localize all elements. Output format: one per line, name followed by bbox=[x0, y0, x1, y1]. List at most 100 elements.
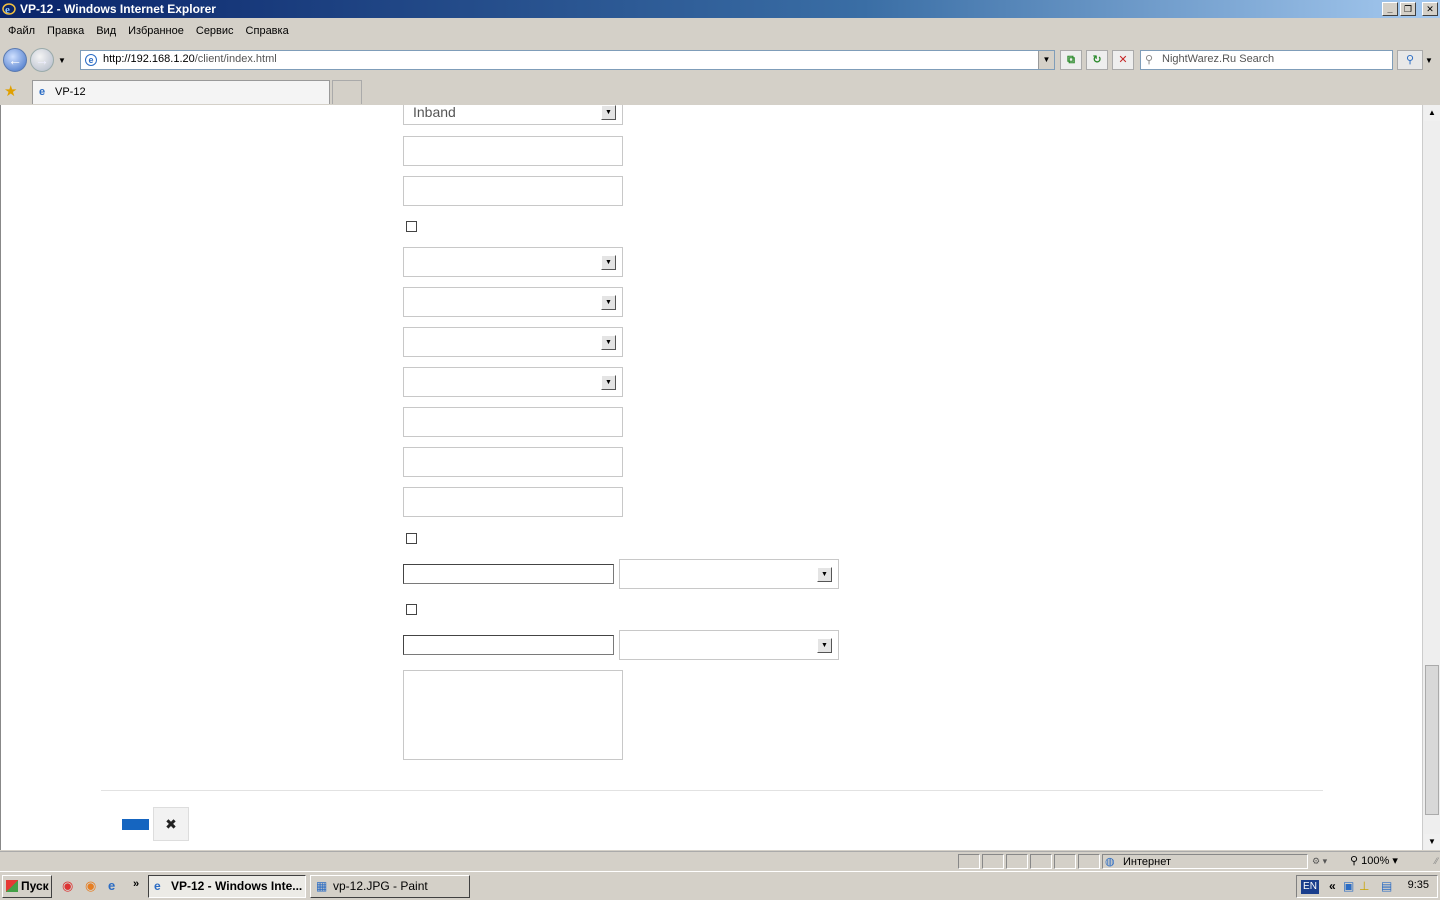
select-field-3[interactable]: ▼ bbox=[403, 327, 623, 357]
security-zone[interactable]: ◍ Интернет bbox=[1102, 854, 1308, 869]
search-button[interactable]: ⚲ bbox=[1397, 50, 1423, 70]
menu-help[interactable]: Справка bbox=[240, 20, 295, 42]
ie-quicklaunch-icon[interactable]: e bbox=[108, 878, 115, 893]
checkbox-1[interactable] bbox=[406, 221, 417, 232]
network-icon[interactable]: ▣ bbox=[1343, 879, 1354, 893]
chevron-down-icon: ▼ bbox=[601, 335, 616, 350]
select-field-4[interactable]: ▼ bbox=[403, 367, 623, 397]
tab-label: VP-12 bbox=[55, 86, 86, 98]
unit-select-2[interactable]: ▼ bbox=[619, 630, 839, 660]
scroll-thumb[interactable] bbox=[1425, 665, 1439, 815]
status-cell bbox=[982, 854, 1004, 869]
text-field-3[interactable] bbox=[403, 407, 623, 437]
save-button[interactable] bbox=[122, 819, 149, 830]
tab-bar: ★ e VP-12 bbox=[0, 78, 1440, 104]
status-bar: ◍ Интернет ⚙ ▾ ⚲ 100% ▾ ⁄⁄ bbox=[0, 851, 1440, 870]
zoom-control[interactable]: ⚲ 100% ▾ bbox=[1350, 854, 1422, 869]
form-divider bbox=[101, 790, 1323, 791]
start-button[interactable]: Пуск bbox=[2, 875, 52, 898]
new-tab-button[interactable] bbox=[332, 80, 362, 104]
paint-icon: ▦ bbox=[316, 879, 328, 893]
taskbar: Пуск ◉ ◉ e » e VP-12 - Windows Inte... ▦… bbox=[0, 871, 1440, 900]
scroll-down-arrow-icon[interactable]: ▼ bbox=[1424, 834, 1440, 850]
restore-button[interactable]: ❐ bbox=[1400, 2, 1416, 16]
menu-favorites[interactable]: Избранное bbox=[122, 20, 190, 42]
page-content: Inband ▼ ▼ ▼ ▼ ▼ ▼ ▼ ✖ bbox=[0, 105, 1422, 850]
ie-tab-icon: e bbox=[39, 86, 46, 98]
stop-button[interactable]: ✕ bbox=[1112, 50, 1134, 70]
taskbar-item-label: VP-12 - Windows Inte... bbox=[171, 879, 303, 893]
cancel-button[interactable]: ✖ bbox=[153, 807, 189, 841]
minimize-button[interactable]: _ bbox=[1382, 2, 1398, 16]
language-indicator[interactable]: EN bbox=[1301, 880, 1319, 894]
status-cell bbox=[1030, 854, 1052, 869]
resize-grip-icon[interactable]: ⁄⁄ bbox=[1435, 856, 1438, 866]
ie-icon: e bbox=[2, 2, 16, 16]
select-field-2[interactable]: ▼ bbox=[403, 287, 623, 317]
text-field-4[interactable] bbox=[403, 447, 623, 477]
tab-vp12[interactable]: e VP-12 bbox=[32, 80, 330, 104]
monitor-icon[interactable]: ▤ bbox=[1381, 879, 1392, 893]
tray-expand-icon[interactable]: « bbox=[1329, 879, 1336, 893]
menu-bar: Файл Правка Вид Избранное Сервис Справка bbox=[0, 20, 1440, 42]
address-dropdown-button[interactable]: ▼ bbox=[1038, 51, 1054, 69]
firefox-icon[interactable]: ◉ bbox=[85, 878, 96, 894]
forward-arrow-icon: → bbox=[35, 52, 49, 68]
back-button[interactable]: ← bbox=[3, 48, 27, 72]
checkbox-3[interactable] bbox=[406, 604, 417, 615]
clock[interactable]: 9:35 bbox=[1408, 879, 1429, 891]
taskbar-item-paint[interactable]: ▦ vp-12.JPG - Paint bbox=[310, 875, 470, 898]
chevron-down-icon: ▼ bbox=[817, 638, 832, 653]
mode-select[interactable]: Inband ▼ bbox=[403, 105, 623, 125]
search-options-dropdown-icon[interactable]: ▼ bbox=[1425, 56, 1433, 65]
select-field-1[interactable]: ▼ bbox=[403, 247, 623, 277]
text-field-2[interactable] bbox=[403, 176, 623, 206]
start-label: Пуск bbox=[21, 879, 49, 893]
refresh-icon: ↻ bbox=[1092, 54, 1102, 66]
scroll-up-arrow-icon[interactable]: ▲ bbox=[1424, 105, 1440, 121]
history-dropdown-icon[interactable]: ▼ bbox=[58, 56, 66, 65]
menu-edit[interactable]: Правка bbox=[41, 20, 90, 42]
description-textarea[interactable] bbox=[403, 670, 623, 760]
signal-icon[interactable]: ⊥ bbox=[1359, 879, 1369, 893]
close-button[interactable]: ✕ bbox=[1422, 2, 1438, 16]
menu-tools[interactable]: Сервис bbox=[190, 20, 240, 42]
unit-select-1[interactable]: ▼ bbox=[619, 559, 839, 589]
magnifier-icon: ⚲ bbox=[1145, 54, 1154, 66]
mode-select-value: Inband bbox=[413, 105, 456, 120]
checkbox-2[interactable] bbox=[406, 533, 417, 544]
status-cell bbox=[1054, 854, 1076, 869]
chrome-icon[interactable]: ◉ bbox=[62, 878, 73, 894]
zone-label: Интернет bbox=[1123, 856, 1171, 868]
menu-file[interactable]: Файл bbox=[2, 20, 41, 42]
search-input[interactable]: ⚲ NightWarez.Ru Search bbox=[1140, 50, 1393, 70]
menu-view[interactable]: Вид bbox=[90, 20, 122, 42]
value-input-1[interactable] bbox=[403, 564, 614, 584]
star-icon[interactable]: ★ bbox=[4, 82, 17, 100]
windows-logo-icon bbox=[6, 880, 18, 892]
stop-icon: ✕ bbox=[1118, 54, 1128, 66]
vertical-scrollbar[interactable]: ▲ ▼ bbox=[1422, 105, 1440, 850]
compatibility-view-button[interactable]: ⧉ bbox=[1060, 50, 1082, 70]
back-arrow-icon: ← bbox=[8, 52, 22, 68]
popup-blocked-icon[interactable] bbox=[1078, 854, 1100, 869]
ie-icon: e bbox=[154, 879, 161, 893]
zoom-level: 100% bbox=[1361, 855, 1390, 867]
text-field-1[interactable] bbox=[403, 136, 623, 166]
system-tray: EN « ▣ ⊥ ▤ 9:35 bbox=[1296, 875, 1438, 898]
search-placeholder: NightWarez.Ru Search bbox=[1162, 53, 1275, 65]
status-cell bbox=[1006, 854, 1028, 869]
page-icon: e bbox=[85, 54, 97, 66]
protected-mode-icon[interactable]: ⚙ ▾ bbox=[1312, 854, 1344, 869]
taskbar-item-label: vp-12.JPG - Paint bbox=[333, 879, 428, 893]
taskbar-item-ie[interactable]: e VP-12 - Windows Inte... bbox=[148, 875, 306, 898]
refresh-button[interactable]: ↻ bbox=[1086, 50, 1108, 70]
text-field-5[interactable] bbox=[403, 487, 623, 517]
forward-button[interactable]: → bbox=[30, 48, 54, 72]
window-title-bar: e VP-12 - Windows Internet Explorer _ ❐ … bbox=[0, 0, 1440, 18]
address-bar[interactable]: e http://192.168.1.20/client/index.html … bbox=[80, 50, 1055, 70]
svg-text:e: e bbox=[5, 4, 10, 16]
chevron-down-icon: ▼ bbox=[601, 375, 616, 390]
value-input-2[interactable] bbox=[403, 635, 614, 655]
quicklaunch-overflow-icon[interactable]: » bbox=[133, 878, 139, 890]
